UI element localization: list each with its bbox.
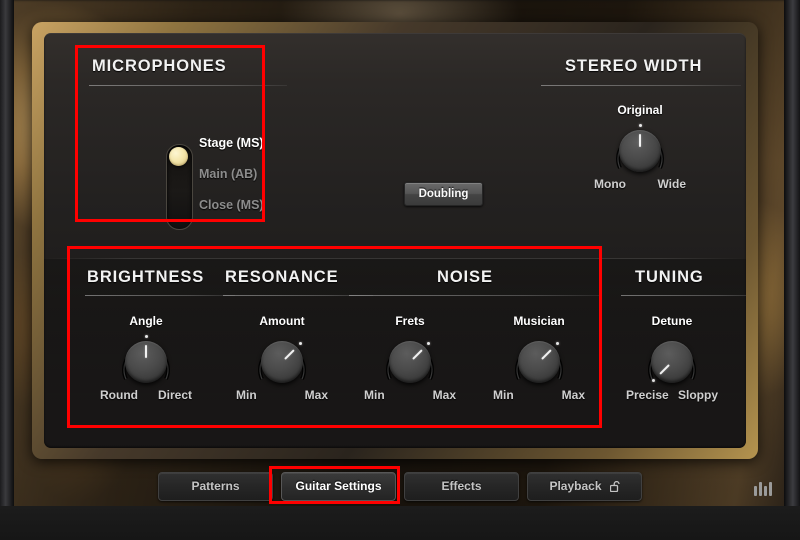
resonance-amount-knob-group: Amount Min Max xyxy=(234,314,330,402)
resonance-header: RESONANCE xyxy=(225,268,339,286)
stereo-width-max-label: Wide xyxy=(657,177,686,191)
mic-option-main[interactable]: Main (AB) xyxy=(199,167,257,181)
brightness-angle-indicator xyxy=(145,345,147,358)
tab-patterns[interactable]: Patterns xyxy=(158,471,273,501)
brightness-angle-knob-body[interactable] xyxy=(125,341,167,383)
tuning-detune-knob-body[interactable] xyxy=(651,341,693,383)
tab-label: Effects xyxy=(441,479,482,493)
noise-header: NOISE xyxy=(437,268,493,286)
tuning-detune-marker-dot xyxy=(652,378,656,382)
unlock-icon[interactable] xyxy=(609,480,620,492)
stereo-width-rule xyxy=(541,85,741,86)
tuning-detune-indicator xyxy=(659,364,670,375)
stereo-width-label: Original xyxy=(617,103,663,117)
noise-frets-max-label: Max xyxy=(432,388,456,402)
noise-musician-knob-group: Musician Min Max xyxy=(491,314,587,402)
resonance-amount-marker-dot xyxy=(298,342,302,346)
window-left-edge xyxy=(0,0,14,540)
brightness-angle-max-label: Direct xyxy=(157,388,192,402)
window-bottom-bar xyxy=(0,506,800,540)
noise-frets-knob[interactable] xyxy=(362,332,458,386)
plugin-window: MICROPHONES Stage (MS) Main (AB) Close (… xyxy=(0,0,800,540)
tab-label: Guitar Settings xyxy=(295,479,382,493)
piano-keys-icon[interactable] xyxy=(754,482,772,496)
tab-label: Playback xyxy=(549,479,602,493)
plugin-panel: MICROPHONES Stage (MS) Main (AB) Close (… xyxy=(44,33,746,448)
tab-effects[interactable]: Effects xyxy=(404,471,519,501)
noise-frets-marker-dot xyxy=(426,342,430,346)
stereo-width-indicator xyxy=(639,134,641,147)
tuning-detune-label: Detune xyxy=(651,314,693,328)
tuning-detune-max-label: Sloppy xyxy=(677,388,718,402)
window-right-edge xyxy=(784,0,800,540)
brightness-angle-min-label: Round xyxy=(100,388,138,402)
resonance-amount-label: Amount xyxy=(259,314,305,328)
tab-playback[interactable]: Playback xyxy=(527,471,642,501)
tuning-detune-min-label: Precise xyxy=(626,388,669,402)
stereo-width-header: STEREO WIDTH xyxy=(565,57,703,75)
plugin-frame: MICROPHONES Stage (MS) Main (AB) Close (… xyxy=(32,22,758,459)
tab-label: Patterns xyxy=(191,479,240,493)
resonance-amount-knob-body[interactable] xyxy=(261,341,303,383)
noise-frets-knob-body[interactable] xyxy=(389,341,431,383)
brightness-angle-marker-dot xyxy=(144,334,148,338)
resonance-amount-knob[interactable] xyxy=(234,332,330,386)
mic-option-close[interactable]: Close (MS) xyxy=(199,198,264,212)
brightness-rule xyxy=(85,295,235,296)
tab-guitar-settings[interactable]: Guitar Settings xyxy=(281,471,396,501)
microphones-rule xyxy=(89,85,287,86)
doubling-button[interactable]: Doubling xyxy=(404,182,483,206)
noise-musician-marker-dot xyxy=(555,342,559,346)
stereo-width-knob-group: Original Mono Wide xyxy=(592,103,688,191)
tuning-detune-knob[interactable] xyxy=(624,332,720,386)
noise-musician-knob[interactable] xyxy=(491,332,587,386)
noise-musician-indicator xyxy=(541,349,552,360)
noise-frets-label: Frets xyxy=(395,314,425,328)
noise-frets-knob-group: Frets Min Max xyxy=(362,314,458,402)
tab-bar: Patterns Guitar Settings Effects Playback xyxy=(0,466,800,506)
microphones-header: MICROPHONES xyxy=(92,57,227,75)
brightness-angle-label: Angle xyxy=(129,314,163,328)
noise-musician-knob-body[interactable] xyxy=(518,341,560,383)
tuning-header: TUNING xyxy=(635,268,704,286)
brightness-header: BRIGHTNESS xyxy=(87,268,205,286)
brightness-angle-knob[interactable] xyxy=(98,332,194,386)
tuning-detune-knob-group: Detune Precise Sloppy xyxy=(624,314,720,402)
noise-rule xyxy=(349,295,599,296)
stereo-width-marker-dot xyxy=(638,123,642,127)
noise-frets-indicator xyxy=(412,349,423,360)
stereo-width-knob[interactable] xyxy=(592,121,688,175)
stereo-width-min-label: Mono xyxy=(594,177,626,191)
resonance-amount-max-label: Max xyxy=(304,388,328,402)
tuning-rule xyxy=(621,295,746,296)
microphone-slider-handle[interactable] xyxy=(169,147,188,166)
mic-option-stage[interactable]: Stage (MS) xyxy=(199,136,264,150)
noise-musician-min-label: Min xyxy=(493,388,514,402)
resonance-amount-indicator xyxy=(284,349,295,360)
noise-musician-max-label: Max xyxy=(561,388,585,402)
brightness-angle-knob-group: Angle Round Direct xyxy=(98,314,194,402)
stereo-width-knob-body[interactable] xyxy=(619,130,661,172)
noise-musician-label: Musician xyxy=(513,314,565,328)
noise-frets-min-label: Min xyxy=(364,388,385,402)
resonance-amount-min-label: Min xyxy=(236,388,257,402)
